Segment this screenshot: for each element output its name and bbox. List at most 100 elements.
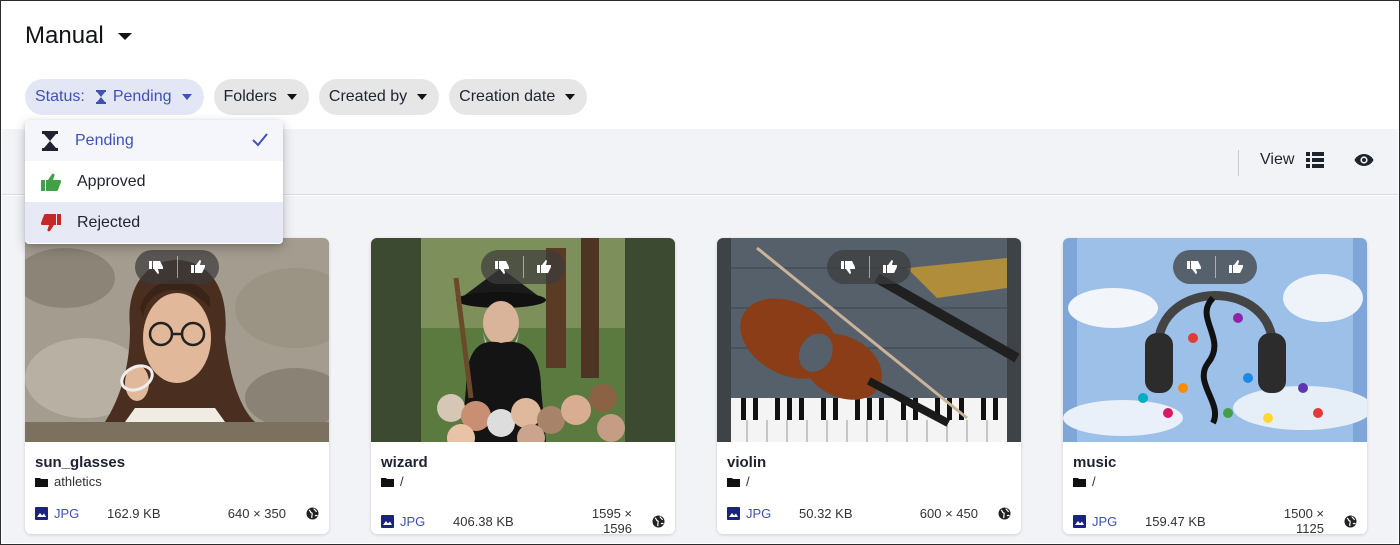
asset-format-label: JPG	[746, 506, 772, 521]
folder-icon	[35, 477, 48, 487]
view-toggle-button[interactable]: View	[1260, 151, 1325, 169]
asset-size: 162.9 KB	[107, 506, 161, 521]
app-window: Manual Status: Pending Folders Created b…	[0, 0, 1400, 545]
folders-filter-chip[interactable]: Folders	[213, 79, 309, 115]
folder-icon	[727, 477, 740, 487]
thumbs-down-icon	[41, 213, 61, 231]
status-filter-chip[interactable]: Status: Pending	[25, 79, 204, 115]
image-icon	[381, 514, 394, 528]
creation-date-filter-label: Creation date	[459, 88, 556, 105]
creation-date-filter-chip[interactable]: Creation date	[449, 79, 588, 115]
status-filter-value: Pending	[95, 88, 172, 106]
asset-dimensions: 600 × 450	[919, 506, 978, 521]
folder-icon	[1073, 477, 1086, 487]
hourglass-icon	[42, 130, 58, 151]
vote-buttons	[827, 250, 911, 284]
asset-folder-label: /	[746, 474, 750, 489]
thumbs-down-icon[interactable]	[481, 250, 523, 284]
menu-item-label: Rejected	[77, 213, 141, 231]
image-icon	[35, 507, 48, 520]
created-by-filter-chip[interactable]: Created by	[318, 79, 440, 115]
view-toggle-label: View	[1260, 151, 1295, 168]
asset-name[interactable]: music	[1073, 454, 1116, 471]
asset-thumbnail[interactable]	[25, 238, 329, 442]
list-view-icon	[1306, 152, 1325, 168]
toolbar-divider	[1238, 150, 1239, 176]
created-by-filter-label: Created by	[328, 88, 408, 105]
thumbs-down-icon[interactable]	[827, 250, 869, 284]
globe-icon	[998, 507, 1011, 520]
chevron-down-icon	[565, 94, 576, 100]
image-icon	[1073, 514, 1086, 528]
hourglass-icon	[95, 90, 106, 104]
asset-folder: /	[1073, 474, 1096, 489]
menu-item-label: Pending	[75, 131, 134, 149]
asset-card[interactable]: violin / JPG 50.32 KB 600 × 450	[717, 238, 1021, 534]
thumbs-up-icon	[41, 173, 61, 191]
asset-size: 159.47 KB	[1145, 513, 1206, 529]
globe-icon	[1344, 515, 1357, 528]
asset-format: JPG	[727, 506, 799, 521]
eye-icon[interactable]	[1354, 153, 1374, 172]
asset-thumbnail[interactable]	[1063, 238, 1367, 442]
menu-item-label: Approved	[77, 172, 146, 190]
folders-filter-label: Folders	[223, 88, 277, 105]
asset-dimensions: 640 × 350	[227, 506, 286, 521]
asset-folder-label: athletics	[54, 474, 102, 489]
asset-folder: /	[381, 474, 404, 489]
vote-buttons	[481, 250, 565, 284]
page-title: Manual	[25, 22, 104, 49]
chevron-down-icon[interactable]	[117, 32, 132, 40]
asset-card[interactable]: wizard / JPG 406.38 KB 1595 × 1596	[371, 238, 675, 534]
chevron-down-icon	[286, 94, 297, 100]
asset-folder: athletics	[35, 474, 102, 489]
thumbs-down-icon[interactable]	[135, 250, 177, 284]
asset-thumbnail[interactable]	[371, 238, 675, 442]
vote-buttons	[1173, 250, 1257, 284]
asset-format-label: JPG	[1092, 513, 1118, 529]
chevron-down-icon	[181, 94, 192, 100]
vote-buttons	[135, 250, 219, 284]
asset-folder: /	[727, 474, 750, 489]
asset-meta: JPG 50.32 KB 600 × 450	[727, 506, 1011, 521]
status-dropdown-menu: Pending Approved Rejected	[25, 120, 283, 244]
asset-thumbnail[interactable]	[717, 238, 1021, 442]
asset-dimensions: 1500 × 1125	[1283, 506, 1324, 534]
asset-meta: JPG 162.9 KB 640 × 350	[35, 506, 319, 521]
status-filter-prefix: Status:	[35, 88, 85, 105]
thumbs-up-icon[interactable]	[178, 250, 220, 284]
asset-dimensions: 1595 × 1596	[591, 506, 632, 534]
filter-bar: Status: Pending Folders Created by Creat…	[25, 79, 588, 115]
thumbs-up-icon[interactable]	[1216, 250, 1258, 284]
image-icon	[727, 507, 740, 520]
folder-icon	[381, 477, 394, 487]
thumbs-up-icon[interactable]	[870, 250, 912, 284]
globe-icon	[306, 507, 319, 520]
chevron-down-icon	[417, 94, 428, 100]
asset-format-label: JPG	[54, 506, 80, 521]
asset-meta: JPG 159.47 KB 1500 × 1125	[1073, 506, 1357, 534]
menu-item-pending[interactable]: Pending	[25, 120, 283, 161]
menu-item-rejected[interactable]: Rejected	[25, 202, 283, 243]
asset-name[interactable]: sun_glasses	[35, 454, 125, 471]
asset-name[interactable]: violin	[727, 454, 766, 471]
check-icon	[252, 133, 268, 147]
asset-folder-label: /	[400, 474, 404, 489]
asset-name[interactable]: wizard	[381, 454, 428, 471]
status-filter-value-label: Pending	[112, 88, 172, 105]
asset-format-label: JPG	[400, 513, 426, 529]
asset-card[interactable]: music / JPG 159.47 KB 1500 × 1125	[1063, 238, 1367, 534]
page-title-row[interactable]: Manual	[25, 21, 132, 51]
asset-meta: JPG 406.38 KB 1595 × 1596	[381, 506, 665, 534]
asset-format: JPG	[1073, 514, 1145, 529]
asset-size: 50.32 KB	[799, 506, 853, 521]
menu-item-approved[interactable]: Approved	[25, 161, 283, 202]
asset-format: JPG	[381, 514, 453, 529]
asset-folder-label: /	[1092, 474, 1096, 489]
globe-icon	[652, 515, 665, 528]
thumbs-down-icon[interactable]	[1173, 250, 1215, 284]
asset-card[interactable]: sun_glasses athletics JPG 162.9 KB 640 ×…	[25, 238, 329, 534]
thumbs-up-icon[interactable]	[524, 250, 566, 284]
asset-size: 406.38 KB	[453, 513, 514, 529]
asset-format: JPG	[35, 506, 107, 521]
